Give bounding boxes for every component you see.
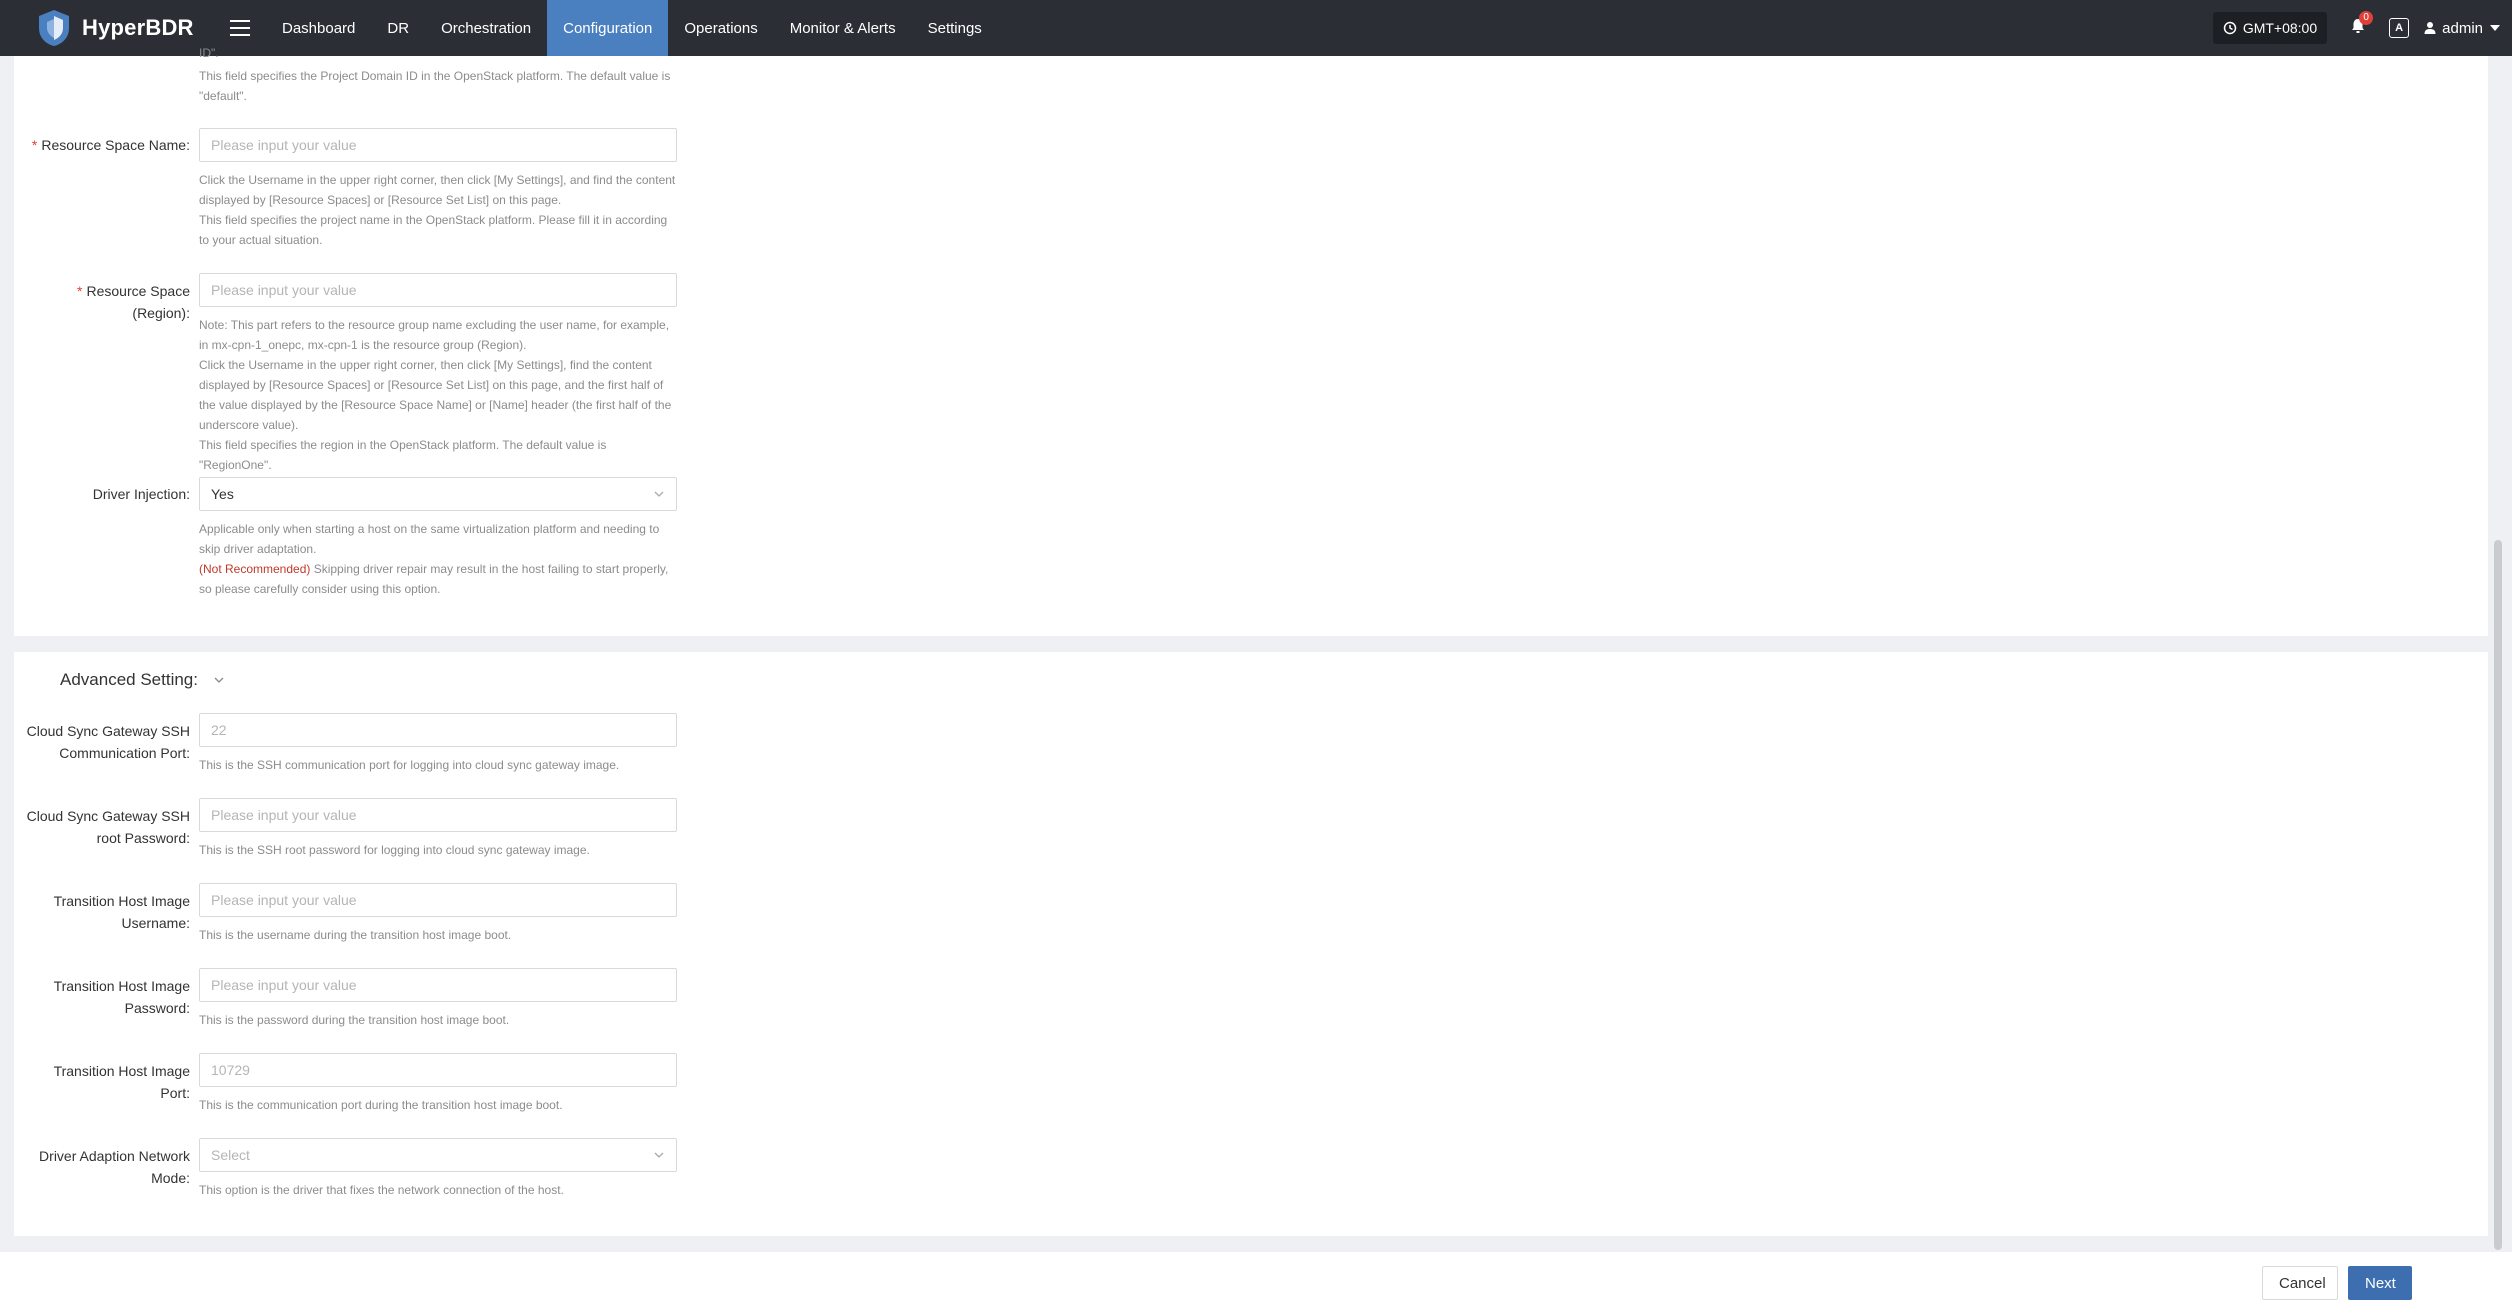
chevron-down-icon <box>654 491 664 497</box>
transition-host-username-label: Transition Host Image Username: <box>53 893 190 931</box>
chevron-down-icon <box>2490 25 2500 31</box>
form-footer: Cancel Next <box>0 1252 2512 1314</box>
language-icon[interactable]: A <box>2389 18 2410 38</box>
notification-badge: 0 <box>2359 11 2374 25</box>
advanced-setting-title: Advanced Setting: <box>60 670 198 689</box>
advanced-settings-card: Advanced Setting: Cloud Sync Gateway SSH… <box>14 652 2488 1236</box>
menu-toggle-button[interactable] <box>220 8 260 48</box>
driver-injection-value: Yes <box>211 486 234 502</box>
user-name: admin <box>2442 19 2483 37</box>
project-domain-help-cut: ID". <box>199 46 219 60</box>
transition-host-port-input[interactable] <box>199 1053 677 1087</box>
driver-injection-label: Driver Injection: <box>92 486 190 502</box>
app-logo[interactable]: HyperBDR <box>36 8 206 48</box>
driver-injection-select[interactable]: Yes <box>199 477 677 511</box>
resource-space-region-help: Note: This part refers to the resource g… <box>199 318 672 472</box>
not-recommended-warning: (Not Recommended) <box>199 562 311 576</box>
ssh-password-input[interactable] <box>199 798 677 832</box>
required-mark: * <box>31 137 38 153</box>
transition-host-password-label: Transition Host Image Password: <box>53 978 190 1016</box>
shield-logo-icon <box>39 10 69 46</box>
nav-monitor-alerts[interactable]: Monitor & Alerts <box>774 0 912 56</box>
resource-space-name-label: * Resource Space Name: <box>31 137 190 153</box>
project-domain-help: This field specifies the Project Domain … <box>199 69 671 103</box>
transition-host-port-label: Transition Host Image Port: <box>53 1063 190 1101</box>
cancel-button[interactable]: Cancel <box>2262 1266 2338 1300</box>
resource-space-region-input[interactable] <box>199 273 677 307</box>
network-mode-help: This option is the driver that fixes the… <box>199 1183 564 1197</box>
ssh-password-label: Cloud Sync Gateway SSH root Password: <box>26 808 190 846</box>
chevron-down-icon <box>214 677 224 683</box>
basic-settings-card: ID". This field specifies the Project Do… <box>14 46 2488 636</box>
resource-space-name-help: Click the Username in the upper right co… <box>199 173 676 247</box>
timezone-display[interactable]: GMT+08:00 <box>2212 12 2328 44</box>
resource-space-region-label: * Resource Space (Region): <box>77 283 190 321</box>
nav-operations[interactable]: Operations <box>668 0 773 56</box>
transition-host-username-input[interactable] <box>199 883 677 917</box>
ssh-port-help: This is the SSH communication port for l… <box>199 758 620 772</box>
hamburger-icon <box>230 20 250 36</box>
network-mode-select[interactable]: Select <box>199 1138 677 1172</box>
page-scrollbar[interactable] <box>2494 540 2502 1250</box>
transition-host-password-input[interactable] <box>199 968 677 1002</box>
app-name: HyperBDR <box>82 15 194 40</box>
driver-injection-help: Applicable only when starting a host on … <box>199 522 669 596</box>
required-mark: * <box>77 283 83 299</box>
ssh-port-label: Cloud Sync Gateway SSH Communication Port… <box>26 723 190 761</box>
timezone-label: GMT+08:00 <box>2242 20 2318 36</box>
transition-host-username-help: This is the username during the transiti… <box>199 928 512 942</box>
user-menu[interactable]: admin <box>2423 20 2500 37</box>
network-mode-placeholder: Select <box>211 1147 250 1163</box>
notifications-button[interactable]: 0 <box>2349 11 2374 39</box>
transition-host-port-help: This is the communication port during th… <box>199 1098 563 1112</box>
resource-space-name-input[interactable] <box>199 128 677 162</box>
clock-icon <box>2223 21 2237 35</box>
transition-host-password-help: This is the password during the transiti… <box>199 1013 510 1027</box>
top-right-tools: GMT+08:00 0 A admin <box>2212 0 2500 56</box>
ssh-password-help: This is the SSH root password for loggin… <box>199 843 590 857</box>
nav-settings[interactable]: Settings <box>912 0 998 56</box>
advanced-setting-toggle[interactable]: Advanced Setting: <box>60 670 226 690</box>
next-button[interactable]: Next <box>2348 1266 2412 1300</box>
user-icon <box>2424 22 2436 34</box>
ssh-port-input[interactable] <box>199 713 677 747</box>
chevron-down-icon <box>654 1152 664 1158</box>
network-mode-label: Driver Adaption Network Mode: <box>39 1148 190 1186</box>
